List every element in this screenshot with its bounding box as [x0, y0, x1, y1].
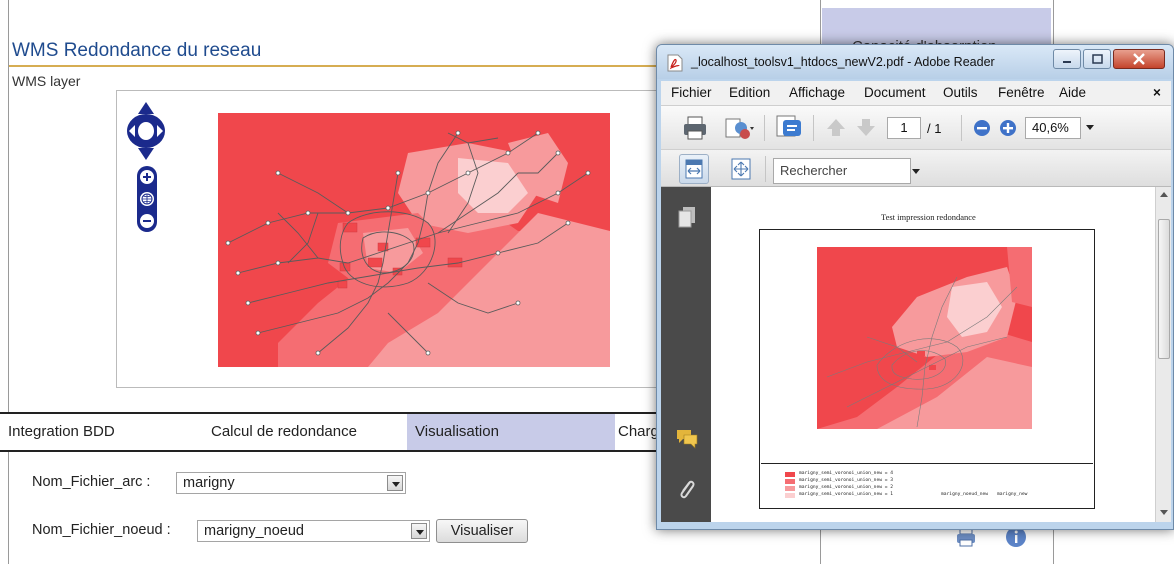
- reader-vertical-scrollbar[interactable]: [1155, 187, 1171, 522]
- legend-swatch-3: [785, 479, 795, 484]
- maximize-icon: [1092, 54, 1103, 64]
- legend-swatch-2: [785, 486, 795, 491]
- document-map-image: [817, 247, 1032, 429]
- search-input[interactable]: Rechercher: [773, 158, 911, 184]
- menu-fenetre[interactable]: Fenêtre: [998, 85, 1045, 100]
- minimize-button[interactable]: [1053, 49, 1081, 69]
- arc-file-label: Nom_Fichier_arc :: [32, 474, 151, 490]
- minimize-icon: [1063, 61, 1071, 63]
- previous-page-icon[interactable]: [825, 116, 847, 138]
- scroll-down-icon[interactable]: [1159, 509, 1169, 517]
- reader-toolbar-secondary: Rechercher: [661, 149, 1171, 187]
- menu-close-document[interactable]: ×: [1153, 85, 1161, 100]
- close-icon: [1133, 53, 1145, 65]
- reader-toolbar-main: 1 / 1 40,6%: [661, 105, 1171, 149]
- pan-arrows-icon[interactable]: [125, 100, 167, 162]
- page-number-input[interactable]: 1: [887, 117, 921, 139]
- legend-swatch-1: [785, 493, 795, 498]
- comment-review-icon[interactable]: [773, 112, 805, 142]
- tab-calcul-redondance[interactable]: Calcul de redondance: [203, 414, 403, 450]
- share-document-icon[interactable]: [723, 114, 757, 142]
- legend-label-1: marigny_semi_voronoi_union_new = 1: [799, 492, 894, 497]
- menu-outils[interactable]: Outils: [943, 85, 978, 100]
- scrollbar-thumb[interactable]: [1158, 219, 1170, 359]
- chevron-down-icon[interactable]: [1085, 124, 1095, 132]
- toolbar-separator: [764, 115, 765, 141]
- fit-width-button[interactable]: [679, 154, 709, 184]
- tab-integration-bdd[interactable]: Integration BDD: [0, 414, 200, 450]
- comments-icon[interactable]: [675, 427, 699, 449]
- printer-icon[interactable]: [681, 114, 709, 142]
- menu-fichier[interactable]: Fichier: [671, 85, 712, 100]
- toolbar-separator: [765, 156, 766, 182]
- legend-swatch-4: [785, 472, 795, 477]
- document-title: Test impression redondance: [881, 212, 976, 222]
- menu-aide[interactable]: Aide: [1059, 85, 1086, 100]
- zoom-out-icon[interactable]: [973, 119, 991, 137]
- zoom-control[interactable]: [135, 166, 159, 232]
- toolbar-separator: [813, 115, 814, 141]
- chevron-down-icon[interactable]: [411, 523, 427, 539]
- close-window-button[interactable]: [1113, 49, 1165, 69]
- tab-visualisation[interactable]: Visualisation: [407, 414, 615, 450]
- reader-menubar: Fichier Edition Affichage Document Outil…: [661, 81, 1171, 105]
- visualise-button[interactable]: Visualiser: [436, 519, 528, 543]
- map-heading: WMS layer: [12, 73, 81, 89]
- zoom-in-icon[interactable]: [999, 119, 1017, 137]
- arc-file-select[interactable]: marigny: [176, 472, 406, 494]
- legend-label-4: marigny_semi_voronoi_union_new = 4: [799, 471, 894, 476]
- chevron-down-icon[interactable]: [911, 168, 921, 176]
- page-title: WMS Redondance du reseau: [12, 40, 262, 61]
- menu-edition[interactable]: Edition: [729, 85, 770, 100]
- legend-arc-label: marigny_new: [997, 492, 1028, 497]
- left-border: [8, 0, 9, 564]
- document-legend: marigny_semi_voronoi_union_new = 4 marig…: [761, 463, 1093, 501]
- next-page-icon[interactable]: [855, 116, 877, 138]
- pages-icon[interactable]: [677, 205, 697, 229]
- legend-label-2: marigny_semi_voronoi_union_new = 2: [799, 485, 894, 490]
- fit-page-icon[interactable]: [729, 157, 753, 181]
- wms-map-image[interactable]: [218, 113, 610, 367]
- page-total-label: / 1: [927, 121, 942, 136]
- reader-document-view[interactable]: Test impression redondance marigny_semi_…: [711, 187, 1155, 522]
- chevron-down-icon[interactable]: [387, 475, 403, 491]
- maximize-button[interactable]: [1083, 49, 1111, 69]
- fit-width-icon: [685, 159, 703, 179]
- legend-label-3: marigny_semi_voronoi_union_new = 3: [799, 478, 894, 483]
- attachment-icon[interactable]: [677, 477, 697, 503]
- reader-window-title: _localhost_toolsv1_htdocs_newV2.pdf - Ad…: [691, 55, 995, 69]
- node-file-select[interactable]: marigny_noeud: [197, 520, 430, 542]
- legend-node-label: marigny_noeud_new: [941, 492, 989, 497]
- zoom-level-input[interactable]: 40,6%: [1025, 117, 1081, 139]
- reader-navigation-pane: [661, 187, 711, 522]
- arc-file-value: marigny: [183, 475, 235, 491]
- node-file-label: Nom_Fichier_noeud :: [32, 522, 171, 538]
- menu-document[interactable]: Document: [864, 85, 926, 100]
- menu-affichage[interactable]: Affichage: [789, 85, 845, 100]
- node-file-value: marigny_noeud: [204, 523, 304, 539]
- toolbar-separator: [961, 115, 962, 141]
- pdf-file-icon: [667, 54, 683, 72]
- scroll-up-icon[interactable]: [1159, 191, 1169, 199]
- adobe-reader-window[interactable]: _localhost_toolsv1_htdocs_newV2.pdf - Ad…: [656, 44, 1174, 530]
